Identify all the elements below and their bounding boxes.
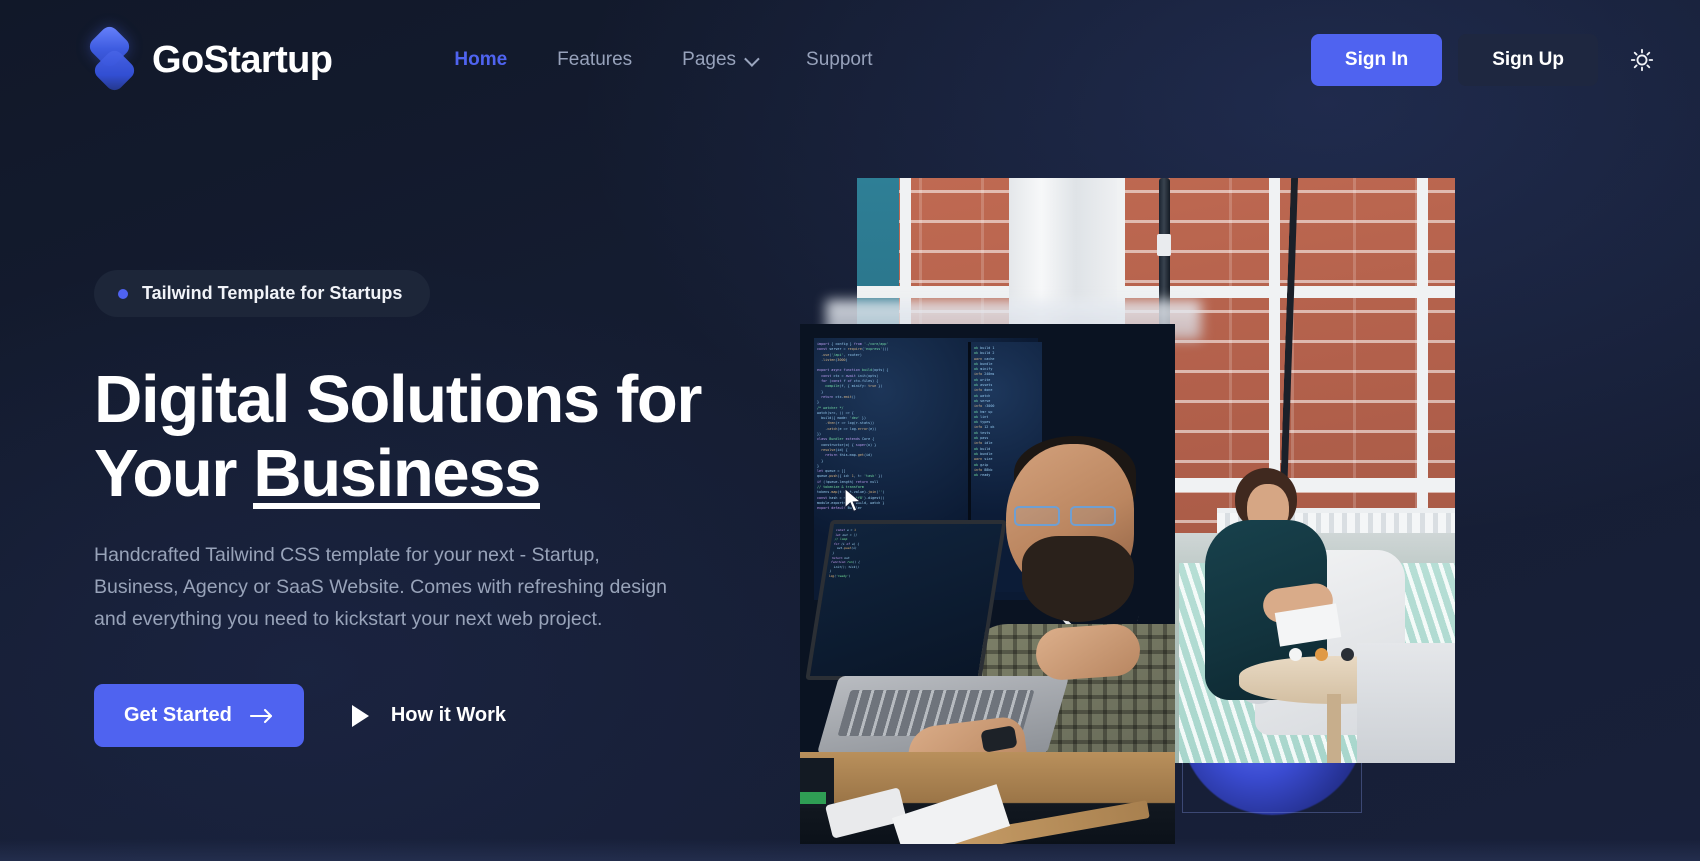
nav-item-support[interactable]: Support <box>806 49 873 71</box>
main-navigation: Home Features Pages Support <box>454 49 872 71</box>
how-it-work-button[interactable]: How it Work <box>351 704 506 727</box>
eyeglasses <box>1014 506 1136 528</box>
sun-icon <box>1630 48 1654 72</box>
site-header: GoStartup Home Features Pages Support Si… <box>0 0 1700 120</box>
nav-item-label: Home <box>454 49 508 70</box>
gostartup-logo-icon <box>86 23 138 94</box>
hero-cta-row: Get Started How it Work <box>94 684 714 748</box>
nav-item-label: Pages <box>682 49 737 70</box>
landing-page: GoStartup Home Features Pages Support Si… <box>0 0 1700 861</box>
laptop-screen: const a = 1 let out = [] // loop for (i … <box>805 520 1007 680</box>
hero-paragraph: Handcrafted Tailwind CSS template for yo… <box>94 544 668 631</box>
pipe-box <box>1157 234 1171 256</box>
brand-name: GoStartup <box>152 38 333 81</box>
nav-item-features[interactable]: Features <box>557 49 632 71</box>
headline-line-2-plain: Your <box>94 435 254 511</box>
headline-line-1: Digital Solutions for <box>94 362 702 437</box>
nav-item-label: Support <box>806 49 873 70</box>
sofa <box>1357 643 1455 763</box>
brand-logo[interactable]: GoStartup <box>86 23 333 94</box>
nav-item-home[interactable]: Home <box>454 49 507 71</box>
header-actions: Sign In Sign Up <box>1310 34 1662 86</box>
get-started-button[interactable]: Get Started <box>94 684 304 748</box>
badge-dot-icon <box>118 288 128 299</box>
hero-image-front: import { config } from './core/app' cons… <box>800 324 1175 844</box>
notebook <box>800 758 834 808</box>
hero-headline: Digital Solutions for Your Business <box>94 363 714 510</box>
hero-copy: Tailwind Template for Startups Digital S… <box>94 270 714 748</box>
nav-item-pages[interactable]: Pages <box>682 49 760 71</box>
chevron-down-icon <box>744 50 760 67</box>
get-started-label: Get Started <box>124 704 232 727</box>
theme-toggle-button[interactable] <box>1622 40 1662 80</box>
arrow-right-icon <box>249 708 272 723</box>
how-it-work-label: How it Work <box>390 704 506 727</box>
play-icon <box>351 704 369 727</box>
nav-item-label: Features <box>557 49 633 70</box>
hero-badge-label: Tailwind Template for Startups <box>142 283 403 303</box>
hero-image-group: import { config } from './core/app' cons… <box>800 150 1500 861</box>
headline-highlight-business: Business <box>253 435 541 511</box>
sign-up-button[interactable]: Sign Up <box>1458 34 1598 86</box>
hero-badge: Tailwind Template for Startups <box>94 270 431 317</box>
sign-in-button[interactable]: Sign In <box>1310 34 1443 86</box>
right-hand <box>1034 622 1142 682</box>
